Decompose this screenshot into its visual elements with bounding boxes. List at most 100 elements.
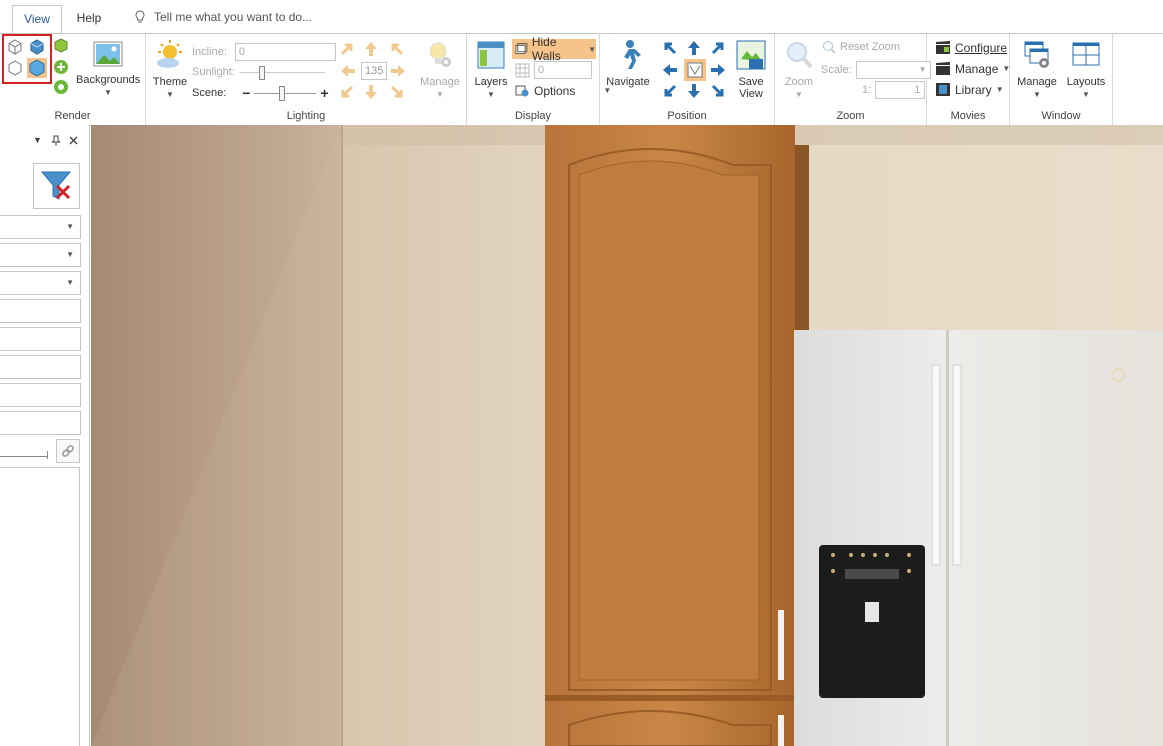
- position-up-right-icon[interactable]: [710, 40, 726, 56]
- magnifier-icon: [787, 42, 813, 69]
- clapperboard-manage-icon: [936, 62, 950, 75]
- add-render-icon[interactable]: [53, 59, 69, 75]
- tab-help[interactable]: Help: [66, 5, 112, 33]
- pin-icon[interactable]: [51, 135, 61, 146]
- panel-field-2[interactable]: [0, 327, 81, 351]
- clear-filter-button[interactable]: [33, 163, 80, 209]
- tell-me-search[interactable]: Tell me what you want to do...: [134, 10, 312, 24]
- hide-walls-label: Hide Walls: [531, 35, 561, 63]
- arrow-up-right-icon[interactable]: [339, 41, 355, 57]
- navigate-button[interactable]: Navigate: [605, 39, 651, 88]
- left-panel: ▼ ▼ ▼ ▼: [0, 125, 90, 746]
- position-down-right-icon[interactable]: [710, 83, 726, 99]
- scene-label: Scene:: [192, 87, 227, 99]
- sunlight-label: Sunlight:: [192, 66, 235, 78]
- movies-manage-button[interactable]: Manage ▼: [935, 61, 1010, 76]
- position-left-icon[interactable]: [661, 62, 679, 78]
- landscape-icon: [93, 41, 123, 67]
- movies-configure-label: Configure: [955, 40, 1008, 55]
- group-label-zoom: Zoom: [836, 110, 865, 122]
- options-button[interactable]: Options ▼: [515, 83, 611, 98]
- chevron-down-icon: ▼: [1033, 90, 1041, 99]
- position-down-icon[interactable]: [686, 82, 702, 100]
- tab-view[interactable]: View: [12, 5, 62, 33]
- ribbon: Backgrounds ▼ Render Theme ▼ Incline: 0 …: [0, 33, 1163, 126]
- sunlight-angle-input[interactable]: 135: [361, 62, 387, 80]
- position-down-left-icon[interactable]: [662, 83, 678, 99]
- layouts-button[interactable]: Layouts ▼: [1064, 39, 1108, 100]
- walking-person-icon: [624, 40, 641, 69]
- rendered-kitchen-scene: [91, 125, 1163, 746]
- save-view-icon: [736, 40, 766, 70]
- scene-plus-button[interactable]: +: [320, 85, 328, 101]
- incline-input[interactable]: 0: [234, 43, 336, 61]
- panel-list-area[interactable]: [0, 467, 80, 746]
- zoom-button[interactable]: Zoom ▼: [781, 39, 817, 100]
- panel-slider[interactable]: [0, 447, 50, 459]
- movies-library-label: Library: [955, 82, 992, 97]
- arrow-down-left-icon[interactable]: [339, 84, 355, 100]
- panel-dropdown-1[interactable]: ▼: [0, 215, 81, 239]
- layers-icon: [477, 41, 505, 69]
- arrow-up-left-icon[interactable]: [389, 41, 405, 57]
- group-label-lighting: Lighting: [286, 110, 326, 122]
- ratio-input[interactable]: 1: [875, 81, 926, 99]
- film-library-icon: [936, 83, 950, 96]
- panel-dropdown-2[interactable]: ▼: [0, 243, 81, 267]
- position-up-left-icon[interactable]: [662, 40, 678, 56]
- movies-library-button[interactable]: Library ▼: [935, 82, 1004, 97]
- position-right-icon[interactable]: [709, 62, 727, 78]
- group-window: Manage ▼ Layouts ▼ Window: [1010, 34, 1113, 125]
- layouts-label: Layouts: [1066, 76, 1106, 88]
- grid-icon[interactable]: [515, 63, 530, 78]
- arrow-down-right-icon[interactable]: [389, 84, 405, 100]
- scene-minus-button[interactable]: −: [242, 85, 250, 101]
- panel-menu-chevron-icon[interactable]: ▼: [33, 135, 42, 145]
- options-label: Options: [534, 83, 576, 98]
- movies-configure-button[interactable]: Configure: [935, 40, 1007, 55]
- lighting-manage-button[interactable]: Manage ▼: [418, 39, 462, 100]
- layouts-icon: [1072, 42, 1100, 66]
- theme-label: Theme: [152, 76, 188, 88]
- group-lighting: Theme ▼ Incline: 0 Sunlight: Scene: − +: [146, 34, 467, 125]
- arrow-down-icon[interactable]: [363, 83, 379, 101]
- arrow-right-icon[interactable]: [389, 63, 407, 79]
- panel-field-5[interactable]: [0, 411, 81, 435]
- panel-dropdown-3[interactable]: ▼: [0, 271, 81, 295]
- arrow-up-icon[interactable]: [363, 40, 379, 58]
- window-manage-label: Manage: [1017, 76, 1057, 88]
- reset-zoom-button[interactable]: Reset Zoom: [822, 40, 900, 54]
- panel-field-1[interactable]: [0, 299, 81, 323]
- backgrounds-button[interactable]: Backgrounds ▼: [76, 39, 140, 98]
- chevron-down-icon: ▼: [66, 278, 74, 287]
- ratio-row: 1: 1: [862, 81, 926, 99]
- chevron-down-icon: ▼: [66, 222, 74, 231]
- scene-slider[interactable]: [254, 85, 317, 101]
- window-manage-button[interactable]: Manage ▼: [1014, 39, 1060, 100]
- sun-cloud-icon: [157, 40, 182, 68]
- green-cube-icon[interactable]: [53, 38, 69, 54]
- chevron-down-icon: ▼: [918, 65, 927, 74]
- chevron-down-icon: ▼: [436, 90, 444, 99]
- chain-link-icon: [62, 445, 74, 457]
- panel-field-4[interactable]: [0, 383, 81, 407]
- scale-select[interactable]: ▼: [855, 61, 931, 79]
- chevron-down-icon: ▼: [795, 90, 803, 99]
- chevron-down-icon: ▼: [104, 88, 112, 97]
- grid-input[interactable]: 0: [534, 61, 592, 79]
- hide-walls-button[interactable]: Hide Walls ▼: [512, 35, 596, 63]
- grid-row: 0: [515, 61, 592, 79]
- 3d-viewport[interactable]: [91, 125, 1163, 746]
- theme-button[interactable]: Theme ▼: [150, 39, 190, 100]
- ratio-left-label: 1:: [862, 84, 872, 96]
- render-settings-icon[interactable]: [53, 79, 69, 95]
- position-center-icon[interactable]: [684, 59, 706, 81]
- close-icon[interactable]: [69, 136, 78, 145]
- layers-button[interactable]: Layers ▼: [471, 39, 511, 100]
- arrow-left-icon[interactable]: [339, 63, 357, 79]
- position-up-icon[interactable]: [686, 39, 702, 57]
- save-view-button[interactable]: Save View: [732, 39, 770, 100]
- sunlight-slider[interactable]: [238, 64, 325, 80]
- panel-field-3[interactable]: [0, 355, 81, 379]
- link-button[interactable]: [56, 439, 80, 463]
